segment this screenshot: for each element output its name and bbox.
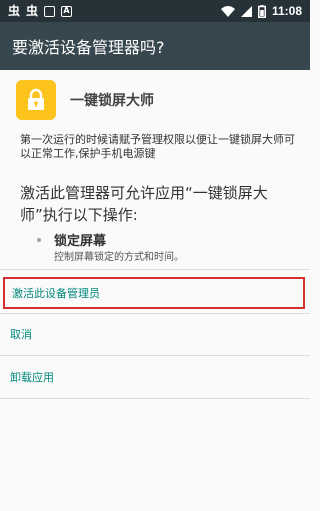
- activate-button[interactable]: 激活此设备管理员: [3, 277, 305, 309]
- app-bar: 要激活设备管理器吗?: [0, 22, 310, 70]
- signal-icon: [240, 5, 252, 17]
- divider: [0, 355, 310, 356]
- cancel-button[interactable]: 取消: [0, 316, 310, 352]
- bug-icon: 虫: [8, 4, 21, 18]
- status-bar: 虫 虫 A 11:08: [0, 0, 310, 22]
- battery-icon: [257, 4, 266, 18]
- divider: [0, 398, 310, 399]
- notification-icons: 虫 虫 A: [0, 4, 73, 18]
- app-name: 一键锁屏大师: [70, 93, 154, 109]
- divider: [0, 269, 310, 270]
- policy-title: 锁定屏幕: [54, 234, 107, 249]
- divider: [0, 313, 310, 314]
- dialog-title: 要激活设备管理器吗?: [12, 38, 165, 57]
- policy-bullet-icon: [37, 238, 41, 242]
- app-description: 第一次运行的时候请赋予管理权限以便让一键锁屏大师可以正常工作,保护手机电源键: [20, 133, 295, 160]
- bug-icon: 虫: [26, 4, 39, 18]
- policy-description: 控制屏幕锁定的方式和时间。: [54, 252, 184, 263]
- lock-icon: [16, 80, 56, 120]
- app-header: 一键锁屏大师: [16, 80, 154, 120]
- notification-a-icon: A: [61, 5, 73, 17]
- wifi-icon: [220, 5, 235, 17]
- uninstall-button[interactable]: 卸载应用: [0, 359, 310, 395]
- activation-warning: 激活此管理器可允许应用“一键锁屏大师”执行以下操作:: [20, 184, 268, 224]
- notification-box-icon: [44, 5, 56, 17]
- clock: 11:08: [271, 4, 302, 18]
